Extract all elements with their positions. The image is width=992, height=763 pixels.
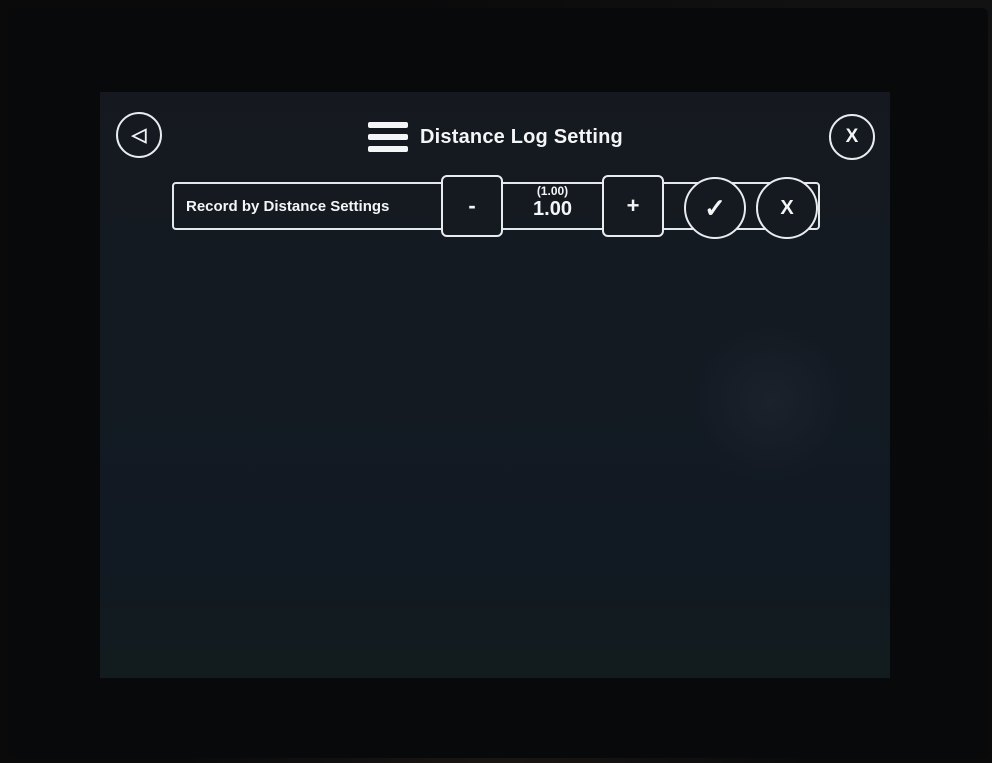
header-title-group: Distance Log Setting	[368, 122, 623, 152]
minus-icon: -	[468, 193, 476, 218]
value-display: (1.00) 1.00	[503, 184, 602, 228]
close-icon: X	[845, 126, 859, 147]
default-value: (1.00)	[536, 184, 569, 198]
cancel-icon: X	[780, 196, 794, 219]
back-button[interactable]: ◁	[116, 112, 162, 158]
current-value: 1.00	[533, 198, 572, 220]
increment-button[interactable]: +	[602, 175, 664, 237]
page-title: Distance Log Setting	[420, 125, 623, 148]
setting-label: Record by Distance Settings	[186, 197, 390, 215]
back-triangle-icon: ◁	[131, 124, 147, 146]
device-screen: ◁ Distance Log Setting X Record by Dista…	[100, 92, 890, 678]
decrement-button[interactable]: -	[441, 175, 503, 237]
close-button[interactable]: X	[829, 114, 875, 160]
hamburger-menu-icon[interactable]	[368, 122, 408, 152]
screen-glare	[690, 322, 850, 482]
confirm-button[interactable]: ✓	[684, 177, 746, 239]
plus-icon: +	[626, 193, 640, 218]
checkmark-icon: ✓	[704, 192, 726, 223]
cancel-button[interactable]: X	[756, 177, 818, 239]
